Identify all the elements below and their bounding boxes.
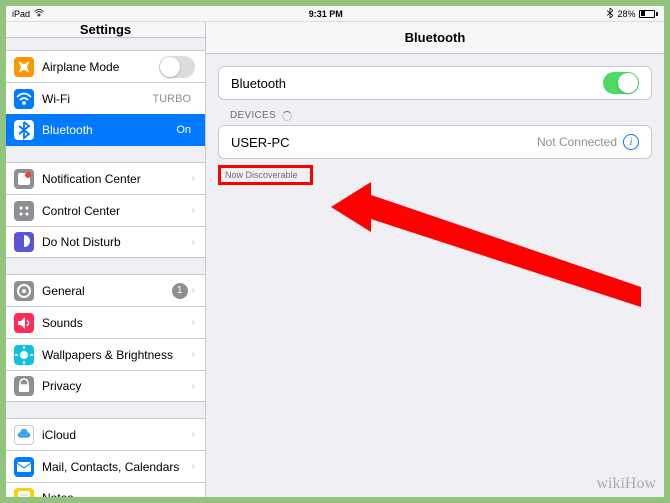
icloud-icon	[14, 425, 34, 445]
main-split: Settings Airplane ModeWi-FiTURBOBluetoot…	[6, 22, 664, 497]
sidebar-item-notes[interactable]: Notes›	[6, 482, 205, 497]
badge: 1	[172, 283, 188, 299]
device-frame: iPad 9:31 PM 28% Settings Airplane Mode W…	[6, 6, 664, 497]
sidebar-header: Settings	[6, 22, 205, 38]
device-status: Not Connected	[537, 135, 617, 149]
bluetooth-toggle-label: Bluetooth	[231, 76, 603, 91]
sidebar-item-icloud[interactable]: iCloud›	[6, 418, 205, 450]
sidebar-item-mail[interactable]: Mail, Contacts, Calendars›	[6, 450, 205, 482]
detail-header: Bluetooth	[206, 22, 664, 54]
scanning-spinner-icon	[282, 111, 292, 121]
chevron-right-icon: ›	[192, 381, 195, 392]
wifi-icon	[14, 89, 34, 109]
sidebar-item-wifi[interactable]: Wi-FiTURBO	[6, 82, 205, 114]
battery-pct: 28%	[617, 9, 635, 19]
detail-title: Bluetooth	[405, 30, 466, 45]
chevron-right-icon: ›	[192, 285, 195, 296]
status-right: 28%	[607, 8, 658, 20]
sidebar-item-label: Mail, Contacts, Calendars	[42, 460, 192, 474]
notification-icon	[14, 169, 34, 189]
chevron-right-icon: ›	[192, 461, 195, 472]
sidebar-item-label: Notes	[42, 491, 192, 497]
detail-body: Bluetooth DEVICES USER-PC Not Connected …	[206, 54, 664, 497]
sidebar-item-value: TURBO	[153, 93, 192, 105]
sidebar-item-label: Wallpapers & Brightness	[42, 348, 192, 362]
sidebar-item-label: iCloud	[42, 428, 192, 442]
sidebar-item-notification[interactable]: Notification Center›	[6, 162, 205, 194]
watermark: wikiHow	[596, 475, 656, 493]
brightness-icon	[14, 345, 34, 365]
chevron-right-icon: ›	[192, 429, 195, 440]
sidebar-item-dnd[interactable]: Do Not Disturb›	[6, 226, 205, 258]
discoverable-label: Now Discoverable	[225, 170, 298, 180]
sidebar-title: Settings	[80, 22, 131, 37]
sidebar-item-airplane[interactable]: Airplane Mode	[6, 50, 205, 82]
general-icon	[14, 281, 34, 301]
control-icon	[14, 201, 34, 221]
status-left: iPad	[12, 9, 44, 19]
bluetooth-icon	[14, 120, 34, 140]
sidebar-item-label: General	[42, 284, 172, 298]
sidebar-item-brightness[interactable]: Wallpapers & Brightness›	[6, 338, 205, 370]
wifi-icon	[34, 9, 44, 19]
airplane-icon	[14, 57, 34, 77]
bluetooth-toggle[interactable]	[603, 72, 639, 94]
chevron-right-icon: ›	[192, 237, 195, 248]
airplane-toggle[interactable]	[159, 56, 195, 78]
dnd-icon	[14, 232, 34, 252]
sidebar: Settings Airplane ModeWi-FiTURBOBluetoot…	[6, 22, 206, 497]
chevron-right-icon: ›	[192, 173, 195, 184]
status-time: 9:31 PM	[309, 9, 343, 19]
sidebar-item-label: Notification Center	[42, 172, 192, 186]
sidebar-item-label: Control Center	[42, 204, 192, 218]
bluetooth-status-icon	[607, 8, 613, 20]
device-name: USER-PC	[231, 135, 537, 150]
sidebar-item-sounds[interactable]: Sounds›	[6, 306, 205, 338]
chevron-right-icon: ›	[192, 317, 195, 328]
sidebar-item-label: Privacy	[42, 379, 192, 393]
sidebar-item-label: Bluetooth	[42, 123, 176, 137]
status-bar: iPad 9:31 PM 28%	[6, 6, 664, 22]
sidebar-item-label: Sounds	[42, 316, 192, 330]
sidebar-item-label: Wi-Fi	[42, 92, 153, 106]
chevron-right-icon: ›	[192, 205, 195, 216]
carrier-label: iPad	[12, 9, 30, 19]
battery-icon	[639, 10, 658, 18]
annotation-arrow	[331, 182, 651, 312]
sidebar-item-general[interactable]: General1 ›	[6, 274, 205, 306]
discoverable-highlight: Now Discoverable	[218, 165, 313, 185]
sounds-icon	[14, 313, 34, 333]
detail-pane: Bluetooth Bluetooth DEVICES USER-PC Not …	[206, 22, 664, 497]
sidebar-item-label: Airplane Mode	[42, 60, 159, 74]
sidebar-item-label: Do Not Disturb	[42, 235, 192, 249]
devices-section-header: DEVICES	[218, 100, 652, 125]
device-row[interactable]: USER-PC Not Connected i	[218, 125, 652, 159]
bluetooth-toggle-row[interactable]: Bluetooth	[218, 66, 652, 100]
chevron-right-icon: ›	[192, 493, 195, 498]
notes-icon	[14, 488, 34, 497]
sidebar-item-value: On	[176, 124, 191, 136]
chevron-right-icon: ›	[192, 349, 195, 360]
privacy-icon	[14, 376, 34, 396]
sidebar-item-control[interactable]: Control Center›	[6, 194, 205, 226]
sidebar-item-privacy[interactable]: Privacy›	[6, 370, 205, 402]
device-info-icon[interactable]: i	[623, 134, 639, 150]
sidebar-item-bluetooth[interactable]: BluetoothOn	[6, 114, 205, 146]
mail-icon	[14, 457, 34, 477]
